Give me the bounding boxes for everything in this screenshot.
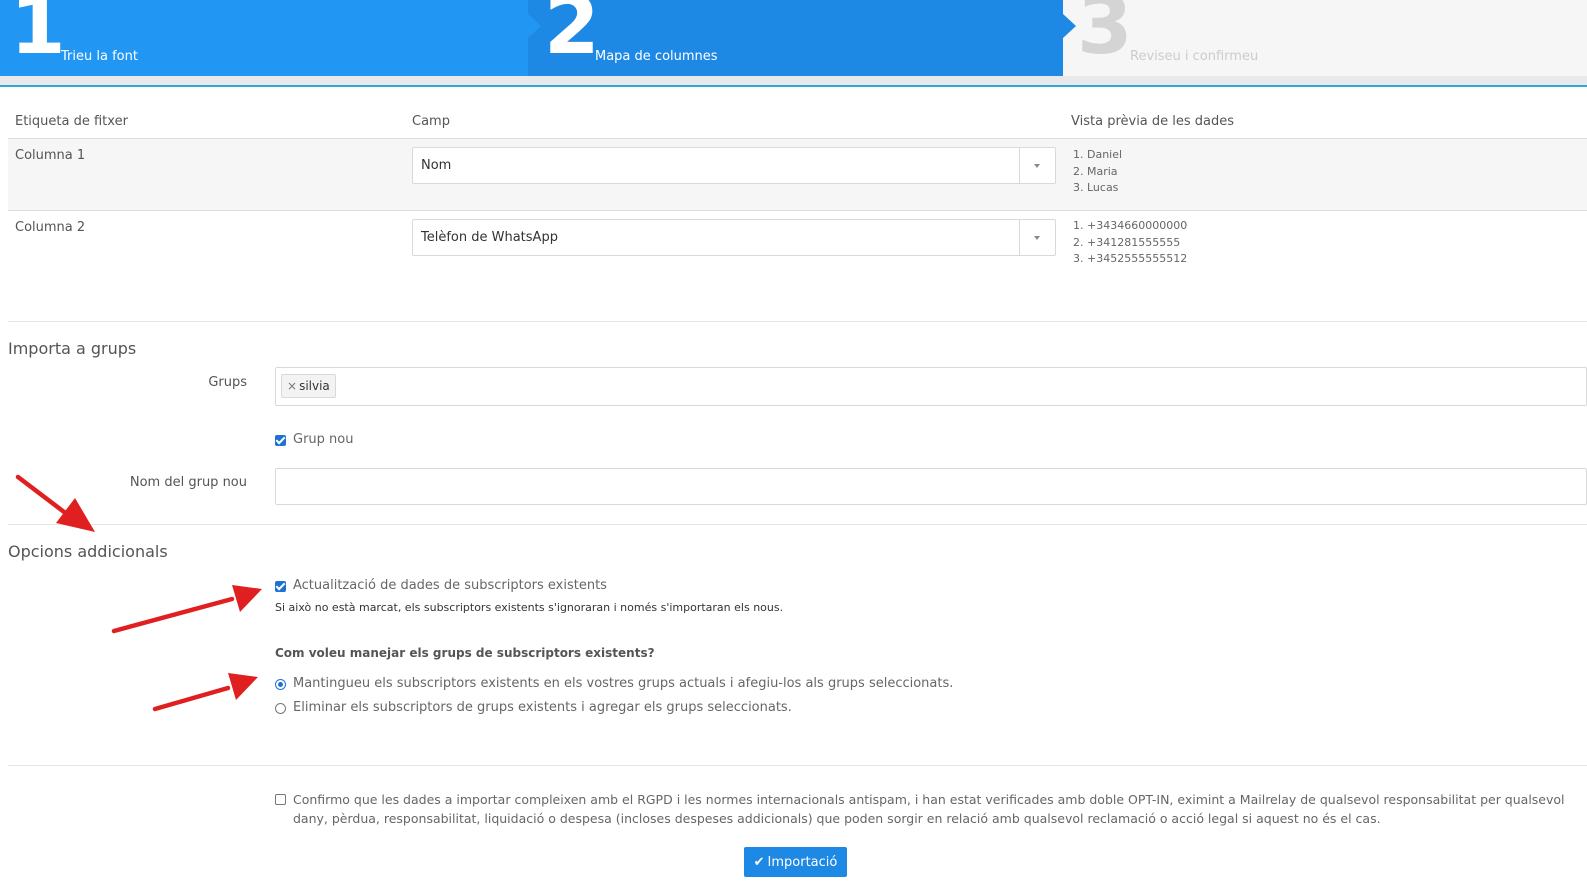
step-number: 1 (10, 0, 66, 72)
preview-item: 1. Daniel (1073, 148, 1123, 161)
field-select[interactable]: Telèfon de WhatsApp (412, 219, 1056, 256)
header-file-label: Etiqueta de fitxer (15, 114, 128, 129)
header-field: Camp (412, 114, 450, 129)
preview-item: 1. +3434660000000 (1073, 219, 1188, 232)
table-row: Columna 2 Telèfon de WhatsApp 1. +343466… (8, 211, 1587, 281)
data-preview: 1. Daniel 2. Maria 3. Lucas (1073, 147, 1122, 197)
data-preview: 1. +3434660000000 2. +341281555555 3. +3… (1073, 218, 1187, 268)
update-subscribers-checkbox[interactable] (275, 581, 286, 592)
import-button[interactable]: ✔ Importació (744, 847, 847, 877)
caret-down-icon (1034, 236, 1040, 240)
radio-keep-groups-label: Mantingueu els subscriptors existents en… (293, 676, 954, 691)
column-label: Columna 1 (15, 148, 86, 163)
update-subscribers-label: Actualització de dades de subscriptors e… (293, 578, 607, 593)
field-select-value: Nom (421, 158, 452, 173)
caret-down-icon (1034, 164, 1040, 168)
dropdown-toggle[interactable] (1019, 220, 1055, 255)
step-label: Mapa de columnes (595, 49, 718, 64)
step-label: Reviseu i confirmeu (1130, 49, 1259, 64)
step-number: 3 (1077, 0, 1133, 72)
groups-label: Grups (208, 375, 247, 390)
group-tag-label: silvia (299, 379, 330, 393)
step-label: Trieu la font (61, 49, 138, 64)
new-group-name-input[interactable] (275, 468, 1587, 505)
annotation-arrows (15, 474, 262, 712)
remove-tag-icon[interactable]: × (287, 379, 297, 393)
radio-remove-groups[interactable] (275, 703, 286, 714)
update-help-text: Si això no està marcat, els subscriptors… (275, 601, 784, 614)
wizard-steps: 1 Trieu la font 2 Mapa de columnes 3 Rev… (0, 0, 1587, 76)
radio-keep-groups[interactable] (275, 679, 286, 690)
column-label: Columna 2 (15, 220, 86, 235)
section-title-options: Opcions addicionals (8, 542, 168, 561)
preview-item: 3. Lucas (1073, 181, 1119, 194)
section-divider (8, 321, 1587, 322)
radio-remove-groups-label: Eliminar els subscriptors de grups exist… (293, 700, 792, 715)
preview-item: 2. Maria (1073, 164, 1118, 178)
consent-text: Confirmo que les dades a importar comple… (293, 792, 1565, 826)
check-icon: ✔ (753, 854, 765, 870)
section-divider (8, 524, 1587, 525)
step-chevron-icon (1063, 14, 1076, 38)
new-group-checkbox[interactable] (275, 435, 286, 446)
section-title-groups: Importa a grups (8, 339, 137, 358)
wizard-step-2[interactable]: 2 Mapa de columnes (528, 0, 1063, 76)
steps-underline (0, 85, 1587, 87)
preview-item: 2. +341281555555 (1073, 235, 1181, 249)
dropdown-toggle[interactable] (1019, 148, 1055, 183)
step-chevron-icon (528, 14, 541, 38)
groups-handling-question: Com voleu manejar els grups de subscript… (275, 646, 655, 660)
consent-checkbox[interactable] (275, 794, 286, 805)
import-button-label: Importació (767, 854, 838, 870)
preview-item: 3. +3452555555512 (1073, 252, 1188, 265)
wizard-step-1[interactable]: 1 Trieu la font (0, 0, 528, 76)
annotation-arrow-icon (111, 585, 262, 634)
steps-divider (0, 76, 1587, 85)
groups-input[interactable]: × silvia (275, 367, 1587, 406)
annotation-arrow-icon (152, 673, 258, 712)
section-divider (8, 765, 1587, 766)
field-select-value: Telèfon de WhatsApp (421, 230, 558, 245)
new-group-name-label: Nom del grup nou (129, 475, 247, 490)
new-group-checkbox-label: Grup nou (293, 432, 354, 447)
field-select[interactable]: Nom (412, 147, 1056, 184)
group-tag: × silvia (281, 374, 336, 398)
wizard-step-3: 3 Reviseu i confirmeu (1063, 0, 1587, 76)
step-number: 2 (544, 0, 600, 72)
table-row: Columna 1 Nom 1. Daniel 2. Maria 3. Luca… (8, 138, 1587, 211)
header-preview: Vista prèvia de les dades (1071, 114, 1235, 129)
